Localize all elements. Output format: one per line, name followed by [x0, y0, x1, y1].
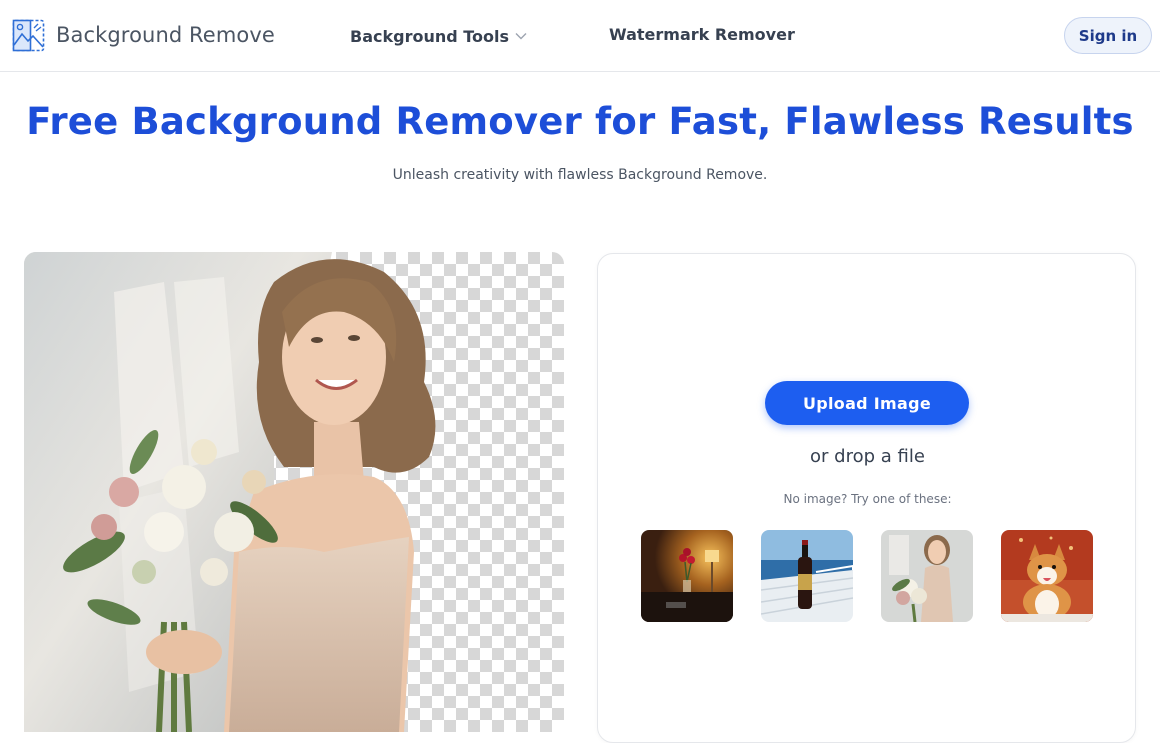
site-header: Background Remove Background Tools Water…	[0, 0, 1160, 72]
chevron-down-icon	[515, 25, 527, 44]
showcase-image	[24, 252, 564, 732]
sample-image-wine-bottle[interactable]	[761, 530, 853, 622]
nav-background-tools-label: Background Tools	[350, 27, 510, 46]
sample-image-woman-bouquet[interactable]	[881, 530, 973, 622]
drop-file-text: or drop a file	[810, 446, 925, 467]
try-samples-text: No image? Try one of these:	[783, 492, 952, 506]
page-title: Free Background Remover for Fast, Flawle…	[26, 100, 1134, 143]
page-subtitle: Unleash creativity with flawless Backgro…	[392, 167, 768, 183]
nav-watermark-remover[interactable]: Watermark Remover	[609, 25, 795, 44]
upload-image-button[interactable]: Upload Image	[765, 381, 969, 425]
nav-background-tools[interactable]: Background Tools	[350, 25, 527, 46]
brand-name[interactable]: Background Remove	[56, 23, 275, 47]
sign-in-button[interactable]: Sign in	[1064, 17, 1152, 54]
sample-image-roses[interactable]	[641, 530, 733, 622]
upload-card[interactable]: Upload Image or drop a file No image? Tr…	[597, 253, 1136, 743]
logo-icon[interactable]	[12, 19, 45, 52]
sample-image-corgi[interactable]	[1001, 530, 1093, 622]
